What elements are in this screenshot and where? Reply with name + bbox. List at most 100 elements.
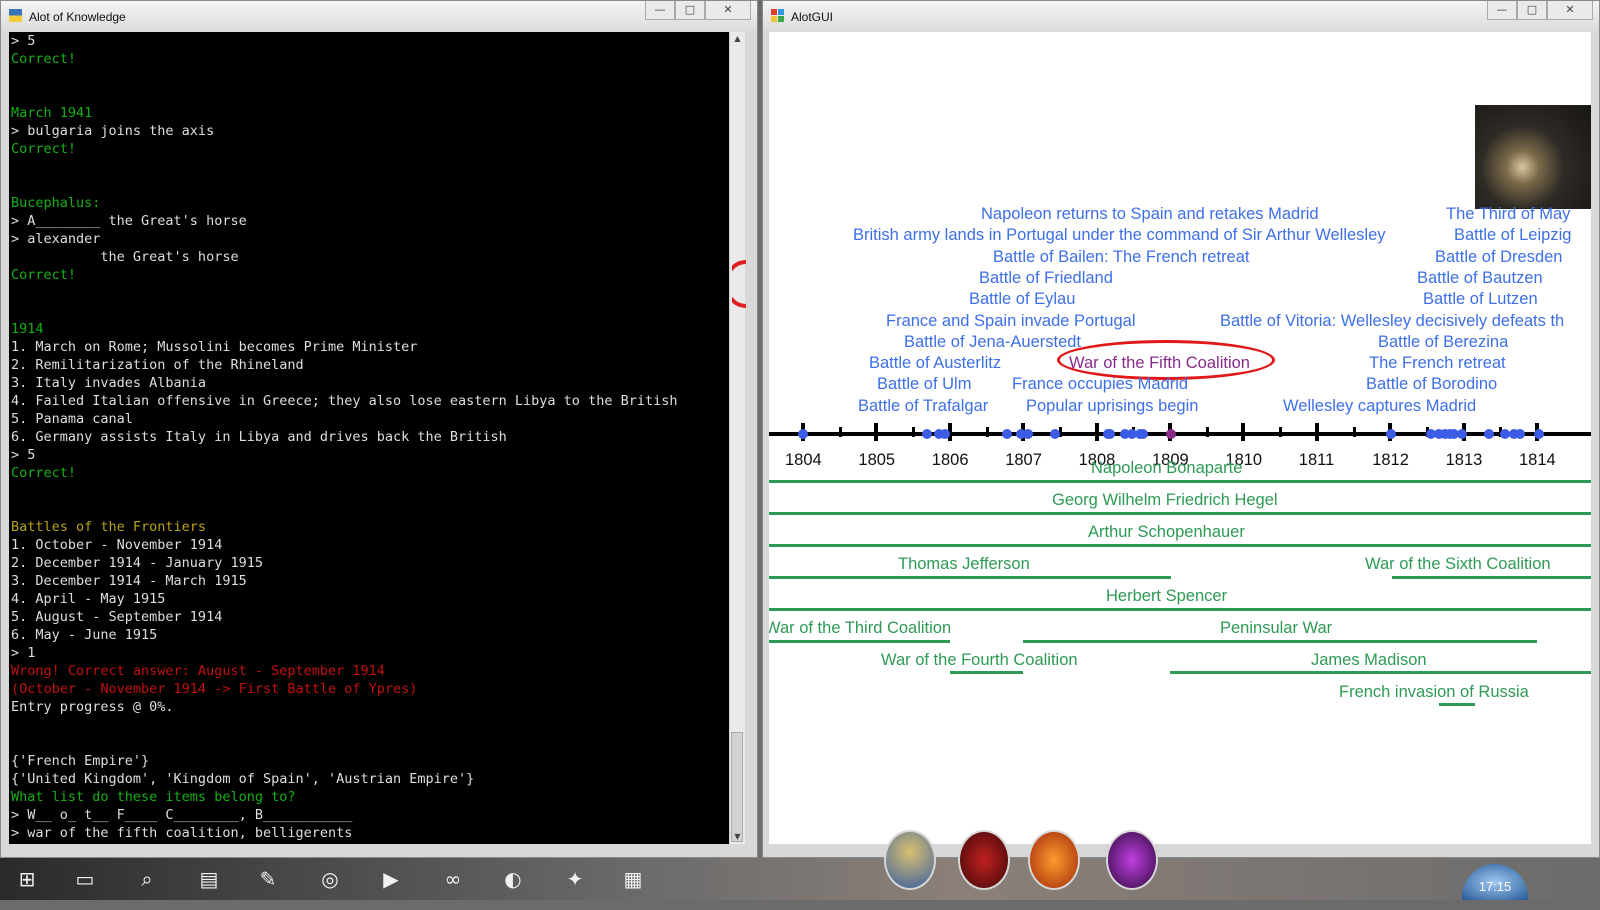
timeline-event[interactable]: Battle of Leipzig: [1454, 226, 1571, 244]
period-span-line[interactable]: [1439, 703, 1475, 706]
timeline-event-marker[interactable]: [1534, 429, 1544, 439]
document-icon[interactable]: ▤: [196, 866, 222, 892]
timeline-event[interactable]: Battle of Lutzen: [1423, 290, 1538, 308]
console-title: Alot of Knowledge: [29, 10, 126, 24]
scroll-up-icon[interactable]: ▲: [730, 32, 745, 46]
maximize-button[interactable]: □: [1517, 1, 1547, 20]
console-line: > 1: [11, 645, 36, 661]
console-scrollbar[interactable]: ▲ ▼: [729, 32, 745, 844]
timeline-event[interactable]: Wellesley captures Madrid: [1283, 397, 1476, 415]
period-span-line[interactable]: [769, 480, 1591, 483]
period-span-label[interactable]: War of the Fourth Coalition: [881, 651, 1078, 670]
fire-orb-icon[interactable]: [1028, 830, 1080, 890]
period-span-line[interactable]: [1170, 671, 1591, 674]
timeline-event[interactable]: Battle of Bailen: The French retreat: [993, 248, 1250, 266]
timeline-event[interactable]: Battle of Dresden: [1435, 248, 1563, 266]
scroll-down-icon[interactable]: ▼: [730, 830, 745, 844]
timeline-event[interactable]: Battle of Vitoria: Wellesley decisively …: [1220, 312, 1564, 330]
timeline-canvas[interactable]: Napoleon returns to Spain and retakes Ma…: [769, 32, 1591, 844]
period-span-label[interactable]: Arthur Schopenhauer: [1088, 523, 1245, 542]
timeline-event-marker[interactable]: [1023, 429, 1033, 439]
timeline-event-marker[interactable]: [1484, 429, 1494, 439]
console-line: > 5: [11, 447, 36, 463]
minimize-button[interactable]: —: [1487, 1, 1517, 20]
close-button[interactable]: ✕: [705, 1, 751, 20]
timeline-event-selected[interactable]: War of the Fifth Coalition: [1069, 354, 1250, 372]
period-span-label[interactable]: Peninsular War: [1220, 619, 1332, 638]
timeline-event[interactable]: Battle of Ulm: [877, 375, 971, 393]
chrome-icon[interactable]: ◎: [317, 866, 343, 892]
period-span-line[interactable]: [769, 544, 1591, 547]
period-span-line[interactable]: [769, 576, 1171, 579]
period-span-line[interactable]: [1392, 576, 1591, 579]
period-span-line[interactable]: [950, 671, 1023, 674]
timeline-event[interactable]: Battle of Jena-Auerstedt: [904, 333, 1081, 351]
timeline-event-marker[interactable]: [1457, 429, 1467, 439]
timeline-year-label: 1814: [1519, 451, 1556, 469]
pen-icon[interactable]: ✎: [255, 866, 281, 892]
timeline-event-marker[interactable]: [1386, 429, 1396, 439]
timeline-event-marker[interactable]: [798, 429, 808, 439]
python-icon[interactable]: ✦: [562, 866, 588, 892]
timeline-event[interactable]: Battle of Bautzen: [1417, 269, 1543, 287]
timeline-event[interactable]: British army lands in Portugal under the…: [853, 226, 1386, 244]
console-line: March 1941: [11, 105, 93, 121]
minimize-button[interactable]: —: [645, 1, 675, 20]
maximize-button[interactable]: □: [675, 1, 705, 20]
gui-titlebar[interactable]: AlotGUI — □ ✕: [763, 1, 1599, 31]
console-line: Bucephalus:: [11, 195, 101, 211]
period-span-label[interactable]: French invasion of Russia: [1339, 683, 1529, 702]
search-icon[interactable]: ⌕: [134, 866, 160, 892]
red-orb-icon[interactable]: [958, 830, 1010, 890]
scrollbar-thumb[interactable]: [731, 732, 743, 842]
timeline-event[interactable]: Popular uprisings begin: [1026, 397, 1198, 415]
timeline-event[interactable]: Napoleon returns to Spain and retakes Ma…: [981, 205, 1319, 223]
timeline-event[interactable]: Battle of Berezina: [1378, 333, 1508, 351]
period-span-label[interactable]: War of the Sixth Coalition: [1365, 555, 1551, 574]
period-span-label[interactable]: Napoleon Bonaparte: [1091, 459, 1242, 478]
period-span-label[interactable]: Herbert Spencer: [1106, 587, 1227, 606]
globe-orb-icon[interactable]: [884, 830, 936, 890]
purple-orb-icon[interactable]: [1106, 830, 1158, 890]
timeline-event-marker[interactable]: [1050, 429, 1060, 439]
timeline-event[interactable]: Battle of Trafalgar: [858, 397, 988, 415]
timeline-event[interactable]: France occupies Madrid: [1012, 375, 1188, 393]
timeline-event[interactable]: The French retreat: [1369, 354, 1506, 372]
play-icon[interactable]: ▶: [378, 866, 404, 892]
timeline-year-tick: [874, 423, 879, 441]
control-panel-icon[interactable]: ▦: [620, 866, 646, 892]
timeline-event-marker[interactable]: [1002, 429, 1012, 439]
timeline-event-marker[interactable]: [922, 429, 932, 439]
timeline-event[interactable]: Battle of Eylau: [969, 290, 1075, 308]
period-span-label[interactable]: James Madison: [1311, 651, 1427, 670]
network-icon[interactable]: ∞: [440, 866, 466, 892]
period-span-line[interactable]: [769, 608, 1591, 611]
period-span-line[interactable]: [769, 512, 1591, 515]
timeline-event-marker[interactable]: [1515, 429, 1525, 439]
period-span-line[interactable]: [1023, 640, 1537, 643]
console-output[interactable]: > 5 Correct! March 1941 > bulgaria joins th…: [9, 32, 732, 844]
windows-start-icon[interactable]: ⊞: [14, 866, 40, 892]
timeline-event[interactable]: Battle of Borodino: [1366, 375, 1497, 393]
period-span-line[interactable]: [769, 640, 950, 643]
period-span-label[interactable]: War of the Third Coalition: [769, 619, 951, 638]
timeline-year-label: 1812: [1372, 451, 1409, 469]
browser-swirl-icon[interactable]: ◐: [500, 866, 526, 892]
timeline-event[interactable]: France and Spain invade Portugal: [886, 312, 1136, 330]
timeline-event-marker[interactable]: [940, 429, 950, 439]
timeline-event-marker[interactable]: [1105, 429, 1115, 439]
close-button[interactable]: ✕: [1547, 1, 1593, 20]
timeline-event[interactable]: The Third of May: [1446, 205, 1570, 223]
timeline-event-marker-selected[interactable]: [1166, 429, 1176, 439]
timeline-year-label: 1807: [1005, 451, 1042, 469]
period-span-label[interactable]: Georg Wilhelm Friedrich Hegel: [1052, 491, 1278, 510]
console-line: Correct!: [11, 267, 77, 283]
timeline-event[interactable]: Battle of Austerlitz: [869, 354, 1001, 372]
desktop-icon[interactable]: ▭: [72, 866, 98, 892]
timeline-year-label: 1806: [931, 451, 969, 469]
console-titlebar[interactable]: Alot of Knowledge — □ ✕: [1, 1, 757, 31]
timeline-event[interactable]: Battle of Friedland: [979, 269, 1113, 287]
timeline-event-marker[interactable]: [1138, 429, 1148, 439]
period-span-label[interactable]: Thomas Jefferson: [898, 555, 1030, 574]
